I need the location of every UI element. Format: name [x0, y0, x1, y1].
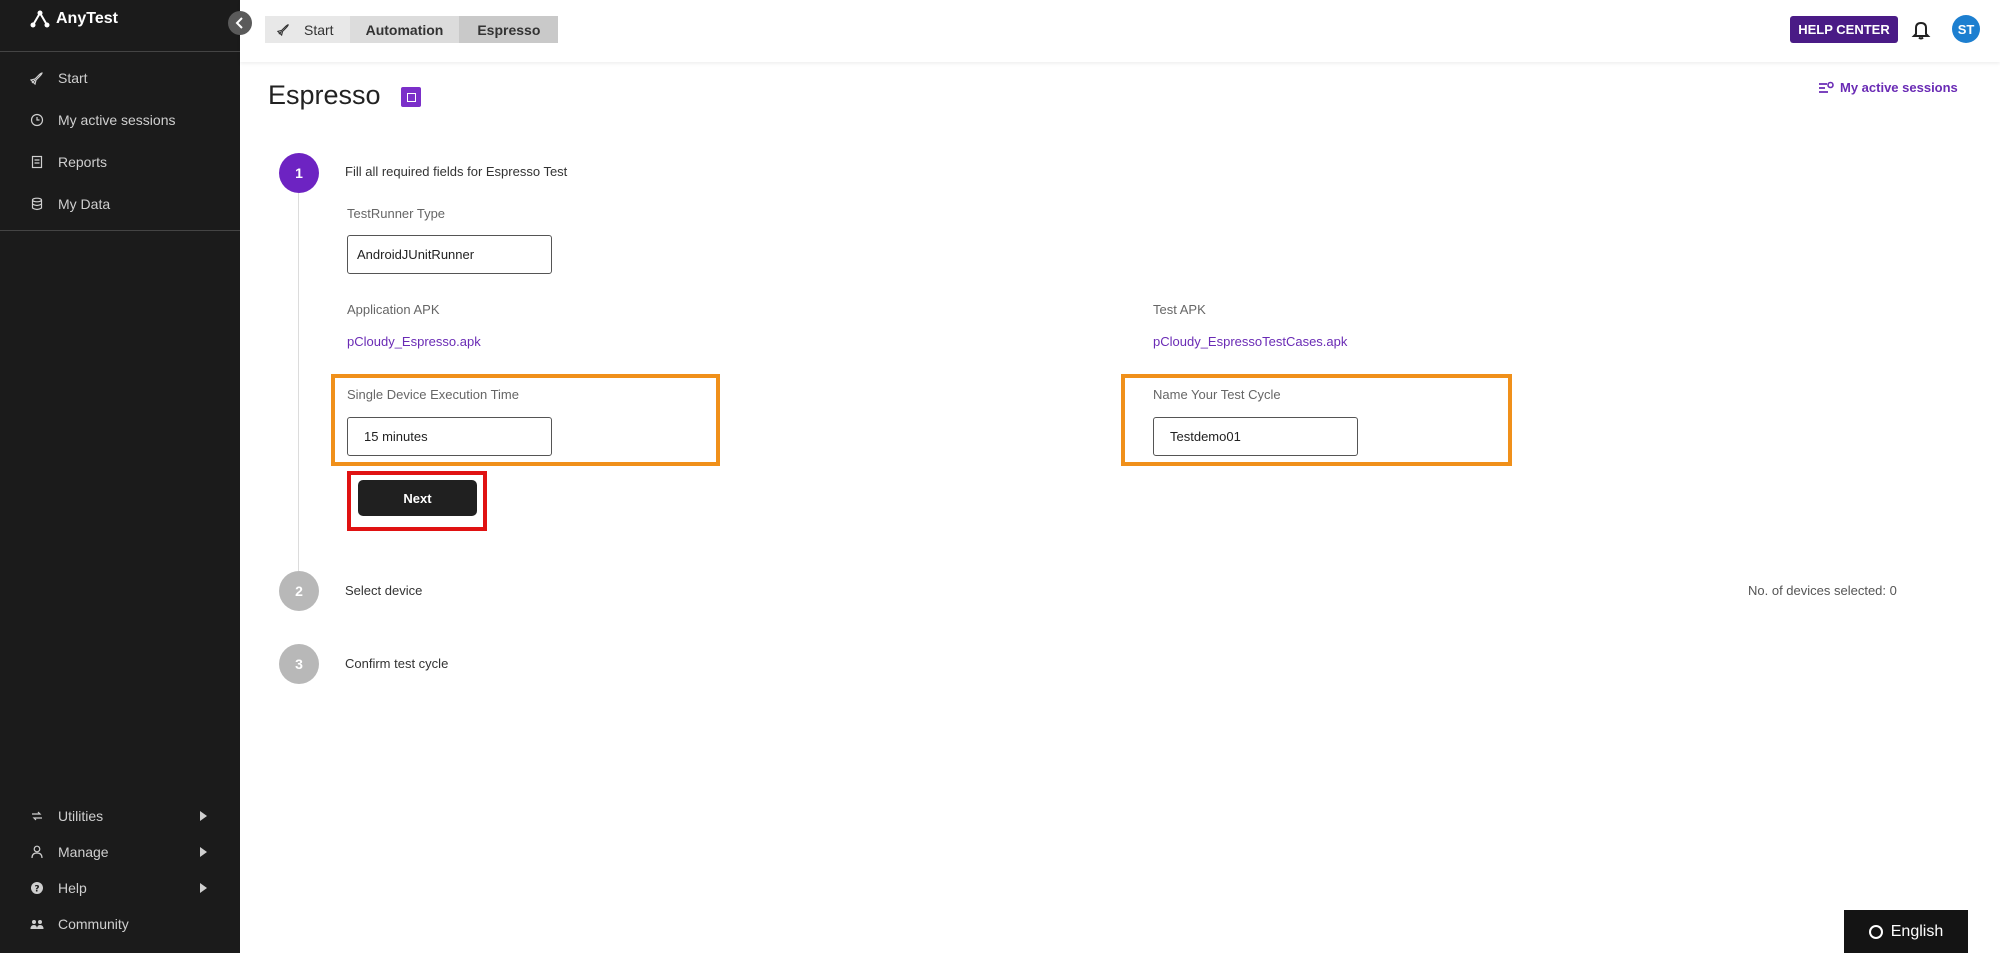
page-title: Espresso — [268, 80, 381, 110]
anytest-logo-icon — [30, 10, 50, 28]
application-apk-file-link[interactable]: pCloudy_Espresso.apk — [347, 334, 481, 349]
sidebar-item-reports[interactable]: Reports — [30, 151, 107, 173]
database-icon — [31, 197, 43, 211]
breadcrumb-label: Automation — [365, 21, 444, 38]
breadcrumb-label: Start — [304, 21, 334, 38]
next-button[interactable]: Next — [358, 480, 477, 516]
language-selector[interactable]: English — [1844, 910, 1968, 953]
rocket-icon — [30, 72, 43, 85]
sessions-filter-icon — [1819, 81, 1834, 93]
stepper-line — [298, 193, 299, 571]
help-center-button[interactable]: HELP CENTER — [1790, 16, 1898, 43]
sidebar-divider — [0, 230, 240, 231]
breadcrumb: Start Automation Espresso — [265, 16, 559, 43]
devices-selected-count: No. of devices selected: 0 — [1748, 583, 1897, 598]
step-3-label: Confirm test cycle — [345, 656, 449, 671]
sidebar-divider — [0, 51, 240, 52]
manage-expand-icon[interactable] — [200, 847, 207, 857]
sidebar-item-label: Utilities — [58, 808, 104, 824]
help-expand-icon[interactable] — [200, 883, 207, 893]
user-avatar[interactable]: ST — [1952, 15, 1980, 43]
step-1-indicator: 1 — [279, 153, 319, 193]
step-1-label: Fill all required fields for Espresso Te… — [345, 164, 568, 179]
sidebar-item-label: Manage — [58, 844, 109, 860]
test-apk-label: Test APK — [1153, 302, 1206, 317]
breadcrumb-label: Espresso — [477, 21, 541, 38]
sidebar-item-start[interactable]: Start — [30, 67, 88, 89]
active-sessions-label: My active sessions — [1840, 80, 1958, 95]
sidebar-item-active-sessions[interactable]: My active sessions — [30, 109, 175, 131]
app-name: AnyTest — [56, 10, 118, 27]
sidebar-item-help[interactable]: ? Help — [30, 877, 87, 899]
my-active-sessions-link[interactable]: My active sessions — [1818, 80, 1958, 95]
sidebar-item-manage[interactable]: Manage — [30, 841, 109, 863]
report-icon — [31, 155, 43, 169]
breadcrumb-start[interactable]: Start — [265, 16, 350, 43]
sidebar-item-label: My Data — [58, 196, 111, 212]
community-icon — [30, 920, 44, 929]
notification-bell-icon[interactable] — [1910, 18, 1932, 40]
breadcrumb-espresso[interactable]: Espresso — [459, 16, 559, 43]
sidebar-item-label: Start — [58, 70, 88, 86]
test-cycle-name-label: Name Your Test Cycle — [1153, 387, 1281, 402]
testrunner-type-value: AndroidJUnitRunner — [357, 247, 475, 262]
utilities-icon — [32, 811, 42, 821]
sidebar: AnyTest Start My active sessions Reports… — [0, 0, 240, 953]
sidebar-item-community[interactable]: Community — [30, 913, 129, 935]
clock-icon — [30, 113, 44, 127]
sidebar-collapse-button[interactable] — [228, 11, 252, 35]
info-icon-glyph — [406, 92, 416, 102]
sidebar-item-label: Community — [58, 916, 129, 932]
sidebar-item-utilities[interactable]: Utilities — [30, 805, 103, 827]
sidebar-item-label: Help — [58, 880, 87, 896]
globe-icon — [1868, 924, 1883, 939]
test-apk-file-link[interactable]: pCloudy_EspressoTestCases.apk — [1153, 334, 1347, 349]
step-2-label: Select device — [345, 583, 423, 598]
chevron-left-icon — [235, 17, 243, 29]
info-icon[interactable] — [401, 87, 421, 107]
step-2-indicator: 2 — [279, 571, 319, 611]
app-logo[interactable]: AnyTest — [30, 10, 118, 28]
testrunner-type-label: TestRunner Type — [347, 206, 446, 221]
language-label: English — [1890, 922, 1944, 940]
rocket-icon — [277, 24, 289, 36]
execution-time-value: 15 minutes — [364, 429, 428, 444]
sidebar-item-label: Reports — [58, 154, 108, 170]
person-icon — [31, 845, 43, 859]
step-3-indicator: 3 — [279, 644, 319, 684]
execution-time-label: Single Device Execution Time — [347, 387, 519, 402]
utilities-expand-icon[interactable] — [200, 811, 207, 821]
svg-text:?: ? — [34, 885, 39, 895]
breadcrumb-automation[interactable]: Automation — [349, 16, 460, 43]
testrunner-type-select[interactable]: AndroidJUnitRunner — [347, 235, 552, 274]
test-cycle-name-value: Testdemo01 — [1170, 429, 1241, 444]
sidebar-item-my-data[interactable]: My Data — [30, 193, 110, 215]
application-apk-label: Application APK — [347, 302, 440, 317]
help-icon: ? — [31, 882, 43, 895]
test-cycle-name-input[interactable]: Testdemo01 — [1153, 417, 1358, 456]
execution-time-select[interactable]: 15 minutes — [347, 417, 552, 456]
sidebar-item-label: My active sessions — [58, 112, 176, 128]
